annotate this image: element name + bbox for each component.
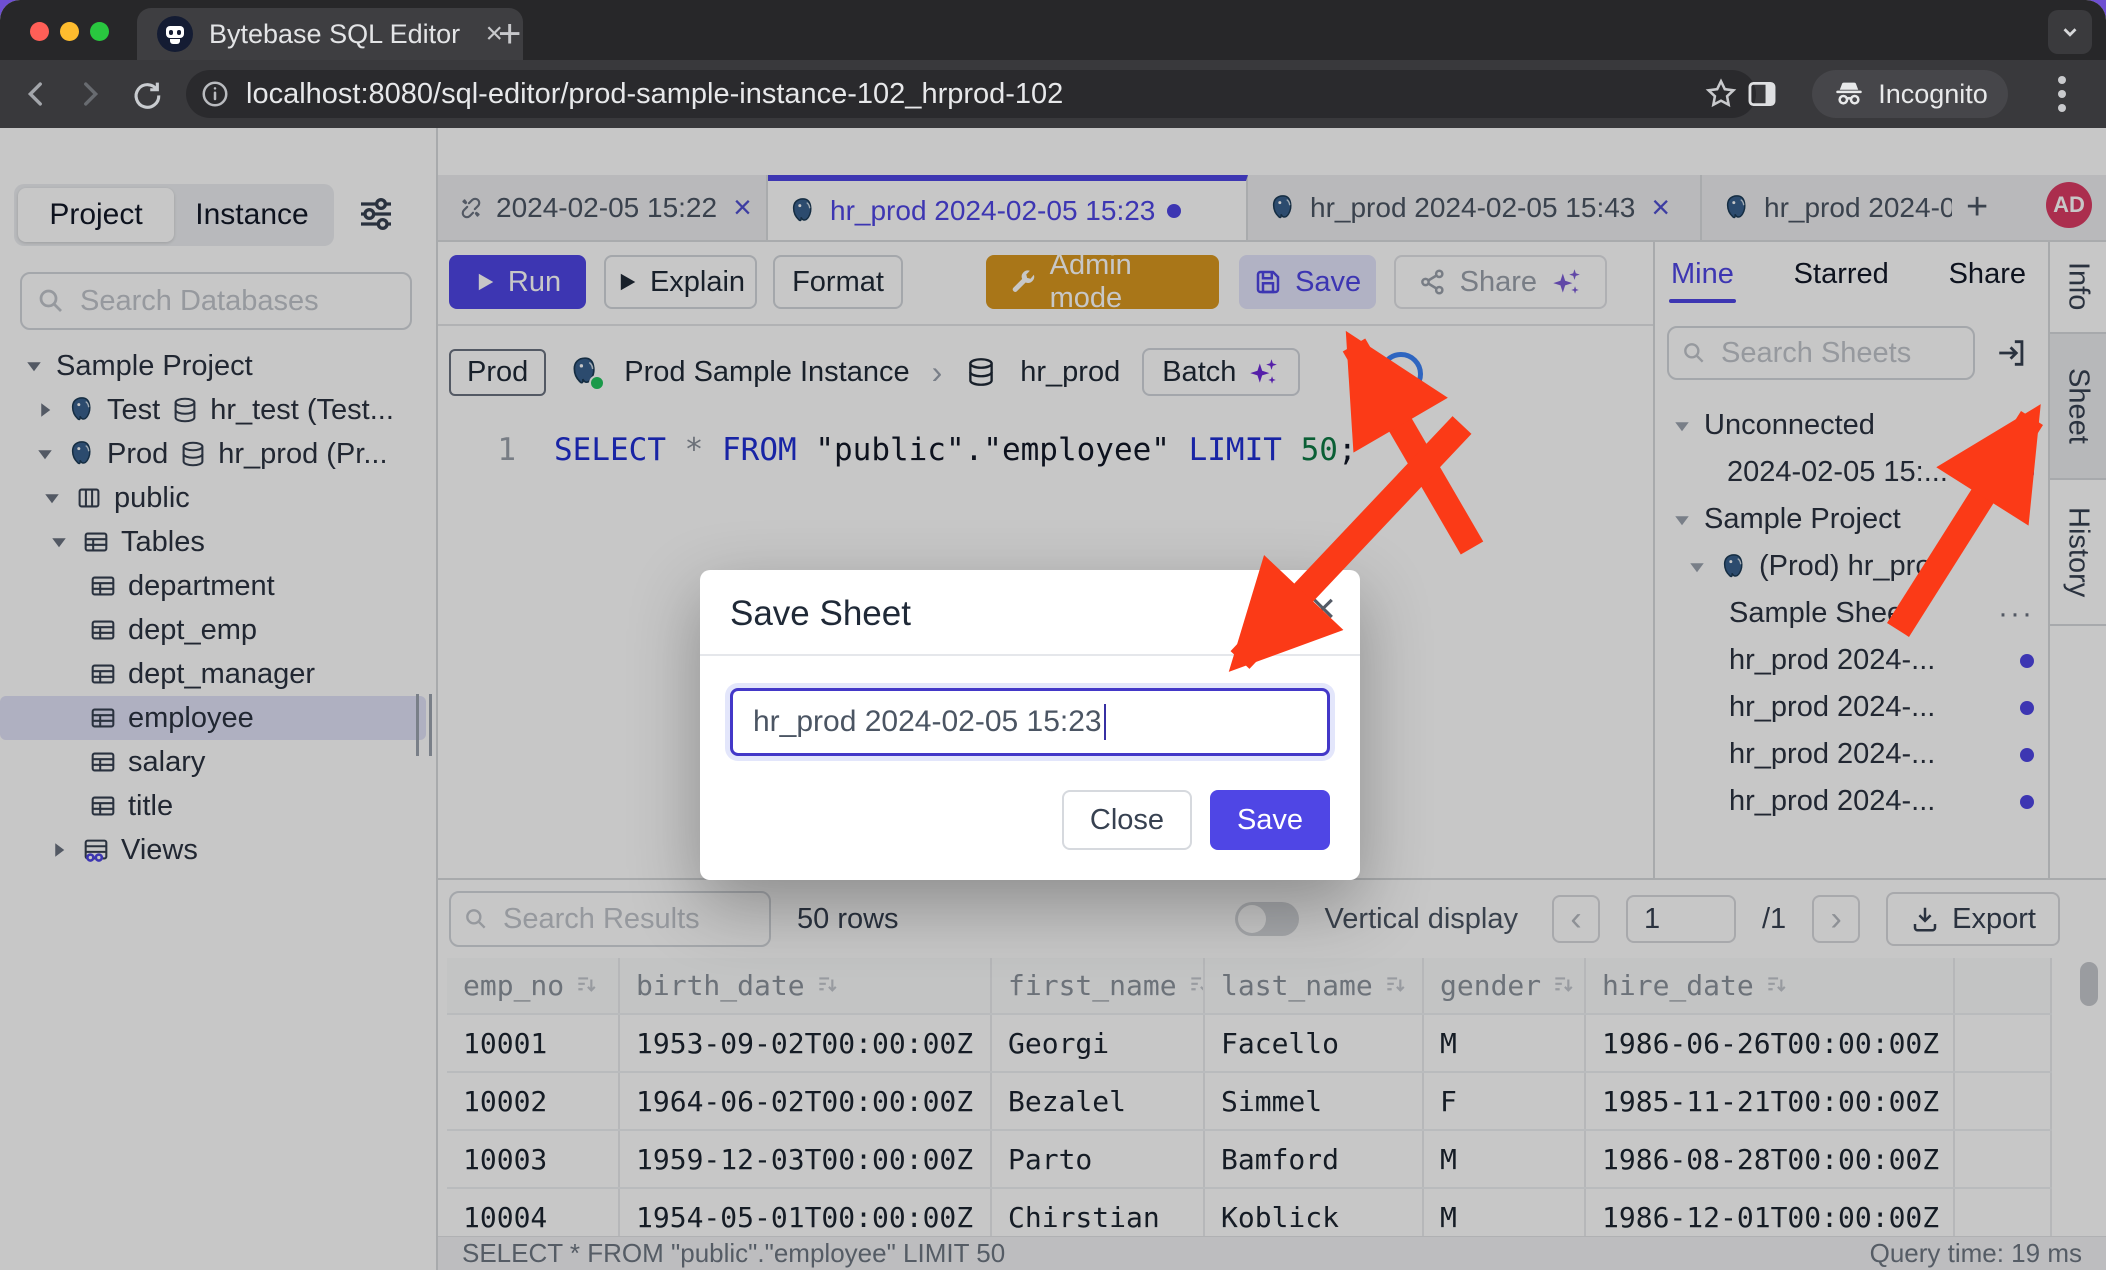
- side-panel-icon[interactable]: [1742, 74, 1782, 114]
- save-sheet-dialog: Save Sheet × hr_prod 2024-02-05 15:23 Cl…: [700, 570, 1360, 880]
- url-text: localhost:8080/sql-editor/prod-sample-in…: [246, 78, 1688, 111]
- reload-button[interactable]: [126, 74, 166, 114]
- browser-menu-icon[interactable]: [2058, 76, 2066, 84]
- back-button[interactable]: [16, 74, 56, 114]
- tab-list-chevron-button[interactable]: [2048, 10, 2092, 54]
- sheet-name-input[interactable]: hr_prod 2024-02-05 15:23: [730, 688, 1330, 756]
- dialog-close-button[interactable]: Close: [1062, 790, 1192, 850]
- browser-window: Bytebase SQL Editor × + localhost:8080/s…: [0, 0, 2106, 1270]
- new-tab-button[interactable]: +: [498, 12, 521, 57]
- dialog-close-icon[interactable]: ×: [1310, 584, 1336, 634]
- dialog-title: Save Sheet: [730, 594, 911, 634]
- incognito-icon: [1832, 77, 1866, 111]
- bytebase-favicon-icon: [157, 16, 193, 52]
- browser-tab[interactable]: Bytebase SQL Editor ×: [137, 8, 523, 60]
- window-zoom-button[interactable]: [90, 22, 109, 41]
- bookmark-star-icon[interactable]: [1704, 77, 1738, 111]
- browser-tab-title: Bytebase SQL Editor: [209, 19, 469, 50]
- dialog-header: Save Sheet ×: [700, 570, 1360, 656]
- text-cursor: [1104, 704, 1106, 740]
- window-minimize-button[interactable]: [60, 22, 79, 41]
- dialog-actions: Close Save: [1062, 790, 1330, 850]
- incognito-badge: Incognito: [1812, 70, 2008, 118]
- dialog-save-button[interactable]: Save: [1210, 790, 1330, 850]
- browser-chrome: Bytebase SQL Editor × + localhost:8080/s…: [0, 0, 2106, 128]
- window-close-button[interactable]: [30, 22, 49, 41]
- site-info-icon[interactable]: [200, 79, 230, 109]
- forward-button[interactable]: [70, 74, 110, 114]
- url-bar[interactable]: localhost:8080/sql-editor/prod-sample-in…: [186, 70, 1756, 118]
